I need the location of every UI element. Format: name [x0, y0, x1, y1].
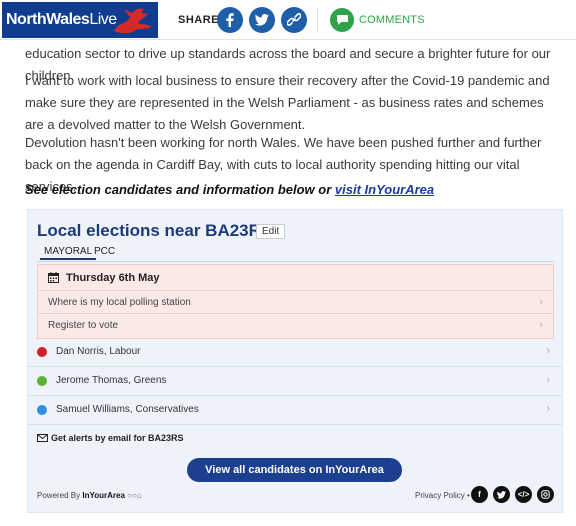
candidate-name: Jerome Thomas, Greens [56, 375, 167, 386]
comments-button[interactable] [330, 8, 354, 32]
copy-link-button[interactable] [281, 7, 307, 33]
chevron-right-icon: › [546, 403, 550, 415]
see-candidates-line: See election candidates and information … [25, 182, 435, 197]
share-label: SHARE [178, 14, 220, 26]
facebook-icon[interactable]: f [471, 486, 488, 503]
twitter-share-button[interactable] [249, 7, 275, 33]
candidate-name: Dan Norris, Labour [56, 346, 141, 357]
candidate-row[interactable]: Dan Norris, Labour › [28, 338, 562, 367]
envelope-icon [37, 434, 48, 442]
tabs-divider [37, 261, 554, 262]
twitter-icon [255, 14, 269, 26]
article-paragraph: I want to work with local business to en… [25, 73, 550, 132]
header-divider [317, 8, 318, 32]
register-to-vote-label: Register to vote [48, 320, 119, 331]
election-date-row: Thursday 6th May [38, 265, 553, 291]
widget-title: Local elections near BA23RS [37, 221, 273, 240]
link-icon [287, 13, 301, 26]
top-share-bar: NorthWalesLive SHARE COMMENTS [0, 0, 576, 40]
candidate-name: Samuel Williams, Conservatives [56, 404, 199, 415]
election-date-panel: Thursday 6th May Where is my local polli… [37, 264, 554, 339]
polling-station-link[interactable]: Where is my local polling station › [38, 291, 553, 314]
visit-inyourarea-link[interactable]: visit InYourArea [335, 182, 434, 197]
candidate-row[interactable]: Samuel Williams, Conservatives › [28, 396, 562, 425]
chevron-right-icon: › [546, 345, 550, 357]
party-color-dot [37, 405, 47, 415]
comments-link[interactable]: COMMENTS [359, 14, 425, 26]
inyourarea-brand[interactable]: InYourArea [82, 491, 125, 500]
election-date: Thursday 6th May [66, 272, 160, 284]
tab-pcc[interactable]: PCC [90, 244, 119, 260]
calendar-icon [48, 272, 59, 283]
edit-postcode-button[interactable]: Edit [256, 224, 286, 239]
polling-station-label: Where is my local polling station [48, 297, 191, 308]
comments-icon [336, 15, 348, 25]
party-color-dot [37, 376, 47, 386]
twitter-icon[interactable] [493, 486, 510, 503]
view-all-candidates-button[interactable]: View all candidates on InYourArea [187, 458, 402, 482]
privacy-policy-link[interactable]: Privacy Policy • [415, 491, 470, 500]
local-elections-widget: Local elections near BA23RS Edit MAYORAL… [27, 209, 563, 513]
chevron-right-icon: › [539, 296, 543, 308]
facebook-share-button[interactable] [217, 7, 243, 33]
logo-wordmark: NorthWalesLive [6, 11, 117, 28]
party-color-dot [37, 347, 47, 357]
chevron-right-icon: › [546, 374, 550, 386]
candidate-row[interactable]: Jerome Thomas, Greens › [28, 367, 562, 396]
tab-mayoral[interactable]: MAYORAL [40, 244, 97, 260]
site-logo[interactable]: NorthWalesLive [2, 2, 158, 38]
chevron-right-icon: › [539, 319, 543, 331]
powered-by: Powered By InYourArea ○○⌂ [37, 491, 142, 500]
email-alerts-label: Get alerts by email for BA23RS [51, 433, 184, 443]
register-to-vote-link[interactable]: Register to vote › [38, 314, 553, 337]
embed-icon[interactable]: </> [515, 486, 532, 503]
facebook-icon [226, 13, 234, 27]
instagram-icon[interactable] [537, 486, 554, 503]
dragon-icon [114, 8, 152, 34]
